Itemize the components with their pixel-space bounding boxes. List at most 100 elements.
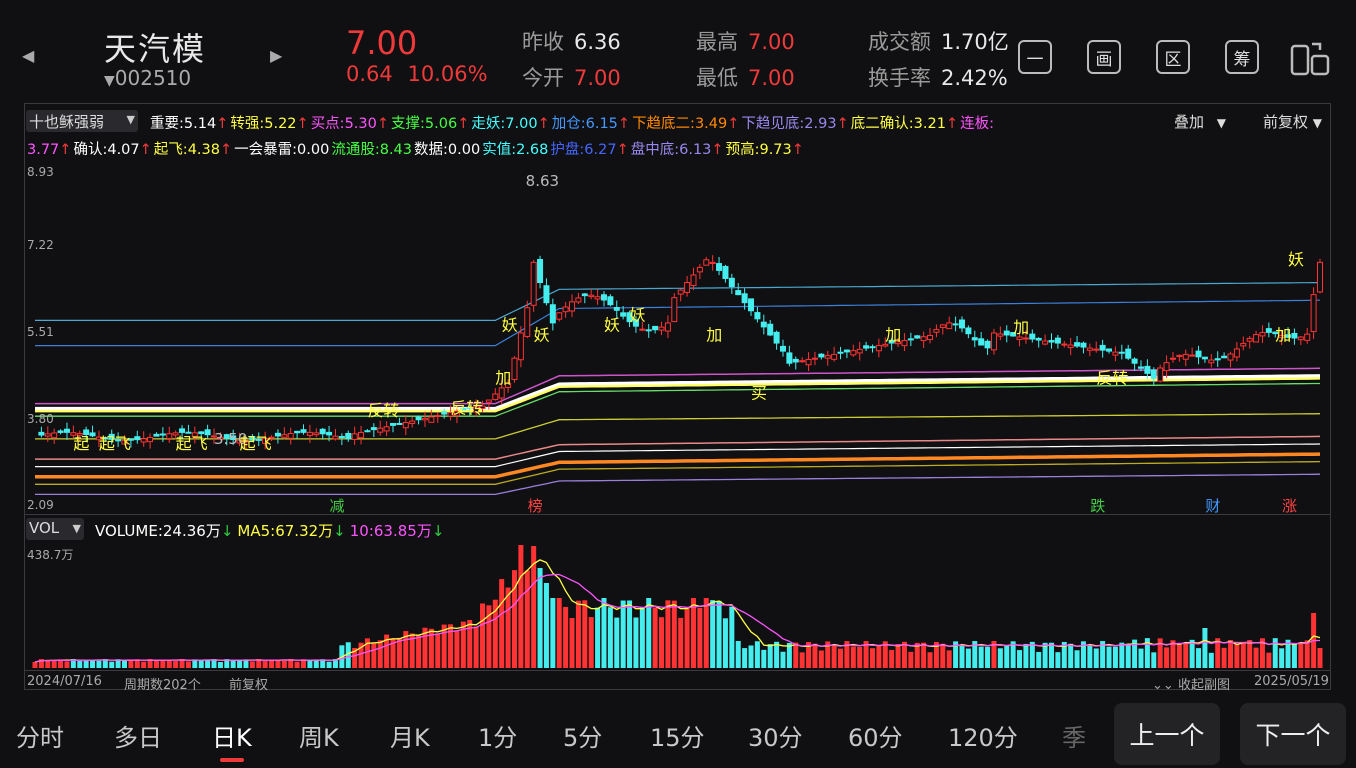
period-tab[interactable]: 日K xyxy=(212,718,252,762)
candle-body xyxy=(1182,353,1189,360)
kline-main-chart[interactable]: 8.633.50起 起飞 起飞 起飞反转 反转加妖妖妖妖加买加 加反转加妖减榜跌财涨 xyxy=(25,160,1330,515)
indicator-label: 下趋见底: xyxy=(741,116,805,132)
candle-body xyxy=(1189,354,1196,357)
period-tab[interactable]: 季 xyxy=(1062,718,1086,753)
candle-body xyxy=(166,433,173,440)
prev-stock-arrow-icon[interactable]: ◀ xyxy=(22,46,34,65)
indicator-label: 实值: xyxy=(482,142,517,158)
candle-body xyxy=(799,360,806,363)
candle-body xyxy=(345,432,352,440)
candle-body xyxy=(1150,369,1157,379)
indicator-item: 下趋底二:3.49↑ xyxy=(632,116,739,132)
indicator-value: 6.15 xyxy=(585,116,618,132)
volume-bar xyxy=(198,659,204,668)
volume-bar xyxy=(141,661,147,668)
volume-legend-label: VOLUME: xyxy=(95,522,163,540)
next-stock-button[interactable]: 下一个 xyxy=(1240,703,1346,765)
period-tab-label: 日K xyxy=(212,724,252,752)
candle-body xyxy=(441,411,448,415)
period-tab[interactable]: 分时 xyxy=(16,718,64,753)
volume-bar xyxy=(850,646,856,668)
caret-down-icon: ▼ xyxy=(1312,116,1323,130)
indicator-item: 流通股:8.43 xyxy=(331,142,412,158)
volume-chart[interactable] xyxy=(25,545,1330,670)
volume-legend-item: MA5:67.32万↓ xyxy=(237,522,345,540)
volume-bar xyxy=(690,598,696,668)
volume-bar xyxy=(480,603,486,668)
period-tab[interactable]: 1分 xyxy=(478,718,517,753)
volume-bar xyxy=(1317,648,1323,668)
stat-value: 1.70亿 xyxy=(941,30,1009,54)
period-tab[interactable]: 30分 xyxy=(748,718,803,753)
period-tab[interactable]: 120分 xyxy=(948,718,1018,753)
stat-value: 7.00 xyxy=(748,66,795,90)
tool-button[interactable]: 区 xyxy=(1156,40,1190,74)
period-count: 周期数202个 xyxy=(124,678,201,693)
volume-bar xyxy=(205,660,211,668)
tool-button[interactable]: 画 xyxy=(1087,40,1121,74)
candle-body xyxy=(684,282,691,293)
volume-bar xyxy=(467,620,473,668)
candle-body xyxy=(1067,344,1074,349)
indicator-value: 9.73 xyxy=(759,142,792,158)
volume-bar xyxy=(217,661,223,668)
signal-tag: 起飞 xyxy=(99,434,131,453)
volume-bar xyxy=(588,617,594,668)
candle-body xyxy=(984,340,991,349)
volume-bar xyxy=(1189,639,1195,668)
indicator-value: 2.68 xyxy=(516,142,549,158)
next-stock-label: 下一个 xyxy=(1255,721,1331,750)
volume-bar xyxy=(371,643,377,668)
candle-body xyxy=(530,261,537,306)
arrow-up-icon: ↑ xyxy=(139,142,152,158)
candle-body xyxy=(856,348,863,354)
next-stock-arrow-icon[interactable]: ▶ xyxy=(270,46,282,65)
volume-bar xyxy=(678,617,684,668)
period-tab[interactable]: 周K xyxy=(299,718,339,753)
candle-body xyxy=(1163,362,1170,372)
indicator-value: 5.22 xyxy=(264,116,297,132)
volume-legend-value: 67.32万 xyxy=(275,522,334,540)
collapse-subchart-button[interactable]: ⌄⌄ 收起副图 xyxy=(1152,674,1230,693)
volume-bar xyxy=(595,607,601,668)
candle-body xyxy=(1233,348,1240,358)
volume-bar xyxy=(1074,650,1080,668)
volume-bar xyxy=(454,631,460,668)
indicator-value: 3.77 xyxy=(27,142,60,158)
volume-bar xyxy=(761,649,767,668)
period-tab[interactable]: 60分 xyxy=(848,718,903,753)
adjust-dropdown[interactable]: 前复权 ▼ xyxy=(1263,111,1322,132)
period-tab[interactable]: 月K xyxy=(390,718,430,753)
indicator-label: 转强: xyxy=(230,116,265,132)
arrow-up-icon: ↑ xyxy=(727,116,740,132)
period-tab-label: 季 xyxy=(1062,724,1086,752)
period-tab[interactable]: 5分 xyxy=(563,718,602,753)
signal-tag: 加 xyxy=(1275,326,1291,345)
arrow-down-icon: ↓ xyxy=(431,522,445,540)
tool-button[interactable]: 筹 xyxy=(1225,40,1259,74)
indicator-selector[interactable]: 十也稣强弱 ▼ xyxy=(26,110,138,132)
stock-code-row[interactable]: ▼002510 xyxy=(104,66,191,90)
volume-bar xyxy=(518,545,524,668)
candle-body xyxy=(377,427,384,433)
collapse-label: 收起副图 xyxy=(1177,678,1230,693)
start-date: 2024/07/16 xyxy=(27,674,102,689)
volume-selector[interactable]: VOL ▼ xyxy=(26,518,84,540)
volume-legend-item: 10:63.85万↓ xyxy=(350,522,445,540)
volume-bar xyxy=(543,583,549,668)
volume-bar xyxy=(1227,640,1233,668)
candle-body xyxy=(952,323,959,326)
volume-bar xyxy=(876,645,882,668)
indicator-value: 8.43 xyxy=(379,142,413,158)
switch-device-icon[interactable] xyxy=(1290,40,1332,78)
overlay-dropdown[interactable]: 叠加 ▼ xyxy=(1174,111,1226,132)
volume-bar xyxy=(269,659,275,668)
tool-button[interactable]: 一 xyxy=(1018,40,1052,74)
candle-body xyxy=(306,431,313,436)
volume-bar xyxy=(153,660,159,668)
prev-stock-button[interactable]: 上一个 xyxy=(1114,703,1220,765)
candle-body xyxy=(1317,261,1323,293)
volume-bar xyxy=(96,660,102,668)
period-tab[interactable]: 15分 xyxy=(650,718,705,753)
period-tab[interactable]: 多日 xyxy=(114,718,162,753)
